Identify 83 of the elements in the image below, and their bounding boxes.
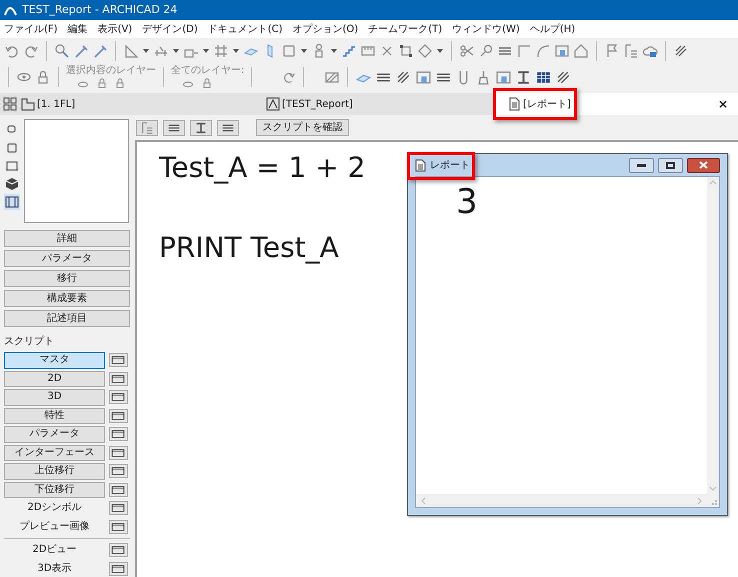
house-icon[interactable] [573,42,589,58]
cube-icon[interactable] [4,176,20,192]
window-title: TEST_Report - ARCHICAD 24 [22,2,178,18]
magnifier-icon[interactable] [478,42,494,58]
window-icon[interactable] [109,353,128,368]
layer-label: 選択内容のレイヤー [66,65,156,77]
window-icon[interactable] [109,464,128,478]
menu-item[interactable]: 表示(V) [98,22,132,36]
floor-plan-icon [21,97,35,111]
sketch-icon[interactable] [673,42,689,58]
redo-icon[interactable] [282,70,296,84]
window-icon[interactable] [109,408,128,423]
menu-item[interactable]: ウィンドウ(W) [452,22,520,36]
arc-icon[interactable] [535,42,551,58]
document-icon [507,97,521,111]
window-icon[interactable] [109,427,128,442]
window-icon[interactable] [109,372,128,386]
list-icon[interactable] [140,120,154,134]
minimize-icon [637,164,646,166]
menu-item[interactable]: ヘルプ(H) [530,22,576,36]
script-button[interactable]: 上位移行 [4,463,105,480]
logo-icon [4,4,17,16]
script-button[interactable]: インターフェース [4,444,105,461]
script-button[interactable]: パラメータ [4,426,105,442]
script-button[interactable]: 2D [4,370,105,387]
section-label: スクリプト [4,336,55,348]
minimize-button[interactable] [629,158,654,172]
check-script-button[interactable]: スクリプトを確認 [256,119,349,136]
menu-item[interactable]: オプション(O) [292,22,358,36]
menu-item[interactable]: チームワーク(T) [368,22,442,36]
diamond-icon[interactable] [417,42,433,58]
script-button[interactable]: マスタ [4,352,105,368]
window-icon[interactable] [109,520,128,534]
window-icon[interactable] [109,482,128,497]
code-line: Test_A = 1 + 2 [159,150,366,186]
beam-icon[interactable] [194,120,208,134]
code-line: PRINT Test_A [159,230,339,266]
script-button[interactable]: プレビュー画像 [4,518,105,535]
maximize-button[interactable] [658,158,683,172]
menu-item[interactable]: 編集 [68,22,88,36]
lock-icon[interactable] [201,77,213,89]
lock-icon[interactable] [114,77,126,89]
tiles-icon[interactable] [3,97,17,111]
lock-icon[interactable] [96,77,108,89]
section-button[interactable]: パラメータ [4,250,130,267]
film-icon[interactable] [4,194,20,210]
list-icon[interactable] [623,42,639,58]
section-button[interactable]: 詳細 [4,230,130,247]
window-icon[interactable] [109,501,128,516]
layer-label: 全てのレイヤー: [171,65,244,77]
horizontal-scrollbar[interactable] [416,494,707,507]
script-button[interactable]: 3D [4,389,105,406]
object-icon [266,97,280,111]
window-title: レポート [430,158,470,172]
window-icon[interactable] [109,562,128,576]
close-icon [699,161,708,169]
window-icon[interactable] [109,446,128,460]
section-button[interactable]: 移行 [4,270,130,287]
triangle-icon[interactable] [123,42,139,58]
view-button[interactable]: 2Dビュー [4,542,105,558]
document-tab[interactable]: [レポート] × [495,93,738,115]
grid-icon[interactable] [213,42,229,58]
script-editor[interactable]: Test_A = 1 + 2 PRINT Test_A レポート 3 [135,140,738,577]
section-button[interactable]: 構成要素 [4,290,130,307]
script-button[interactable]: 2Dシンボル [4,500,105,516]
maximize-icon [666,162,675,168]
script-button[interactable]: 特性 [4,408,105,424]
close-button[interactable] [687,158,720,172]
section-button[interactable]: 記述項目 [4,310,130,327]
menu-item[interactable]: ファイル(F) [4,22,58,36]
vertical-scrollbar[interactable] [707,177,719,494]
frame-icon[interactable] [398,42,414,58]
menu-item[interactable]: デザイン(D) [142,22,198,36]
window-icon[interactable] [109,390,128,404]
corner-icon[interactable] [516,42,532,58]
window-icon[interactable] [109,543,128,558]
close-button[interactable]: × [718,95,728,113]
view-button[interactable]: 3D表示 [4,560,105,577]
menu-item[interactable]: ドキュメント(C) [208,22,283,36]
script-button[interactable]: 下位移行 [4,482,105,498]
scissors-icon[interactable] [459,42,475,58]
report-output: 3 [456,182,478,222]
document-icon [415,158,426,172]
